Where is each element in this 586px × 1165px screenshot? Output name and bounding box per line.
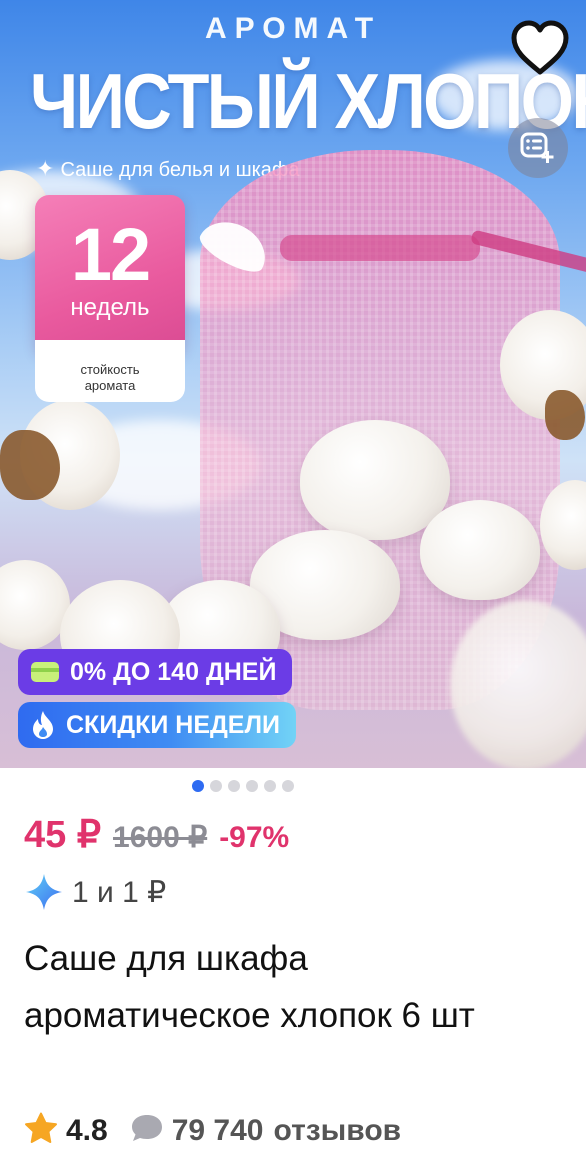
card-icon xyxy=(30,661,60,683)
durability-badge: 12 недель xyxy=(35,195,185,355)
discount-percent: -97% xyxy=(219,821,290,854)
favorite-button[interactable] xyxy=(508,16,572,80)
gallery-dot[interactable] xyxy=(228,780,240,792)
product-title[interactable]: Саше для шкафа ароматическое хлопок 6 шт xyxy=(24,930,554,1044)
promo-installment-badge[interactable]: 0% ДО 140 ДНЕЙ xyxy=(18,649,293,695)
promo-week-sales-label: СКИДКИ НЕДЕЛИ xyxy=(66,710,280,739)
speech-bubble-icon xyxy=(130,1113,164,1148)
price-row: 45 ₽ 1600 ₽ -97% xyxy=(24,812,289,857)
reviews-count: 79 740 xyxy=(171,1113,264,1147)
gallery-dot[interactable] xyxy=(264,780,276,792)
hero-headline: ЧИСТЫЙ ХЛОПОК xyxy=(30,57,586,145)
soap-heart xyxy=(420,500,540,600)
sparkle-icon: ✦ xyxy=(36,156,55,181)
durability-note-line1: стойкость xyxy=(80,362,140,377)
cotton-husk xyxy=(545,390,585,440)
reviews-label: отзывов xyxy=(273,1113,402,1147)
gallery-dot[interactable] xyxy=(210,780,222,792)
rating-value: 4.8 xyxy=(66,1113,108,1147)
promo-week-sales-badge[interactable]: СКИДКИ НЕДЕЛИ xyxy=(18,702,296,748)
add-to-collection-icon xyxy=(520,132,554,163)
current-price: 45 ₽ xyxy=(24,814,102,856)
bonus-text: 1 и 1 ₽ xyxy=(72,875,167,909)
durability-number: 12 xyxy=(70,213,151,296)
durability-note-line2: аромата xyxy=(84,378,136,393)
fire-icon xyxy=(30,710,56,740)
promo-installment-label: 0% ДО 140 ДНЕЙ xyxy=(70,657,277,686)
add-to-collection-button[interactable] xyxy=(508,118,568,178)
gallery-dot[interactable] xyxy=(282,780,294,792)
sparkle-icon xyxy=(24,872,64,912)
star-icon xyxy=(24,1112,58,1149)
pouch-drawstring xyxy=(280,235,480,261)
old-price: 1600 ₽ xyxy=(113,821,208,854)
soap-heart xyxy=(300,420,450,540)
product-image[interactable]: АРОМАТ ЧИСТЫЙ ХЛОПОК ✦ Саше для белья и ш… xyxy=(0,0,586,768)
durability-note: стойкость аромата xyxy=(35,340,185,402)
cotton-boll xyxy=(450,600,586,768)
gallery-dot[interactable] xyxy=(192,780,204,792)
heart-icon xyxy=(511,20,569,75)
reviews-link[interactable]: 79 740 отзывов xyxy=(130,1113,401,1148)
bonus-row: 1 и 1 ₽ xyxy=(24,872,166,912)
product-card[interactable]: АРОМАТ ЧИСТЫЙ ХЛОПОК ✦ Саше для белья и ш… xyxy=(0,0,586,1165)
gallery-dot[interactable] xyxy=(246,780,258,792)
rating-row[interactable]: 4.8 79 740 отзывов xyxy=(24,1112,401,1149)
hero-overline: АРОМАТ xyxy=(204,12,382,45)
gallery-pagination xyxy=(0,780,586,792)
durability-unit: недель xyxy=(70,294,150,321)
